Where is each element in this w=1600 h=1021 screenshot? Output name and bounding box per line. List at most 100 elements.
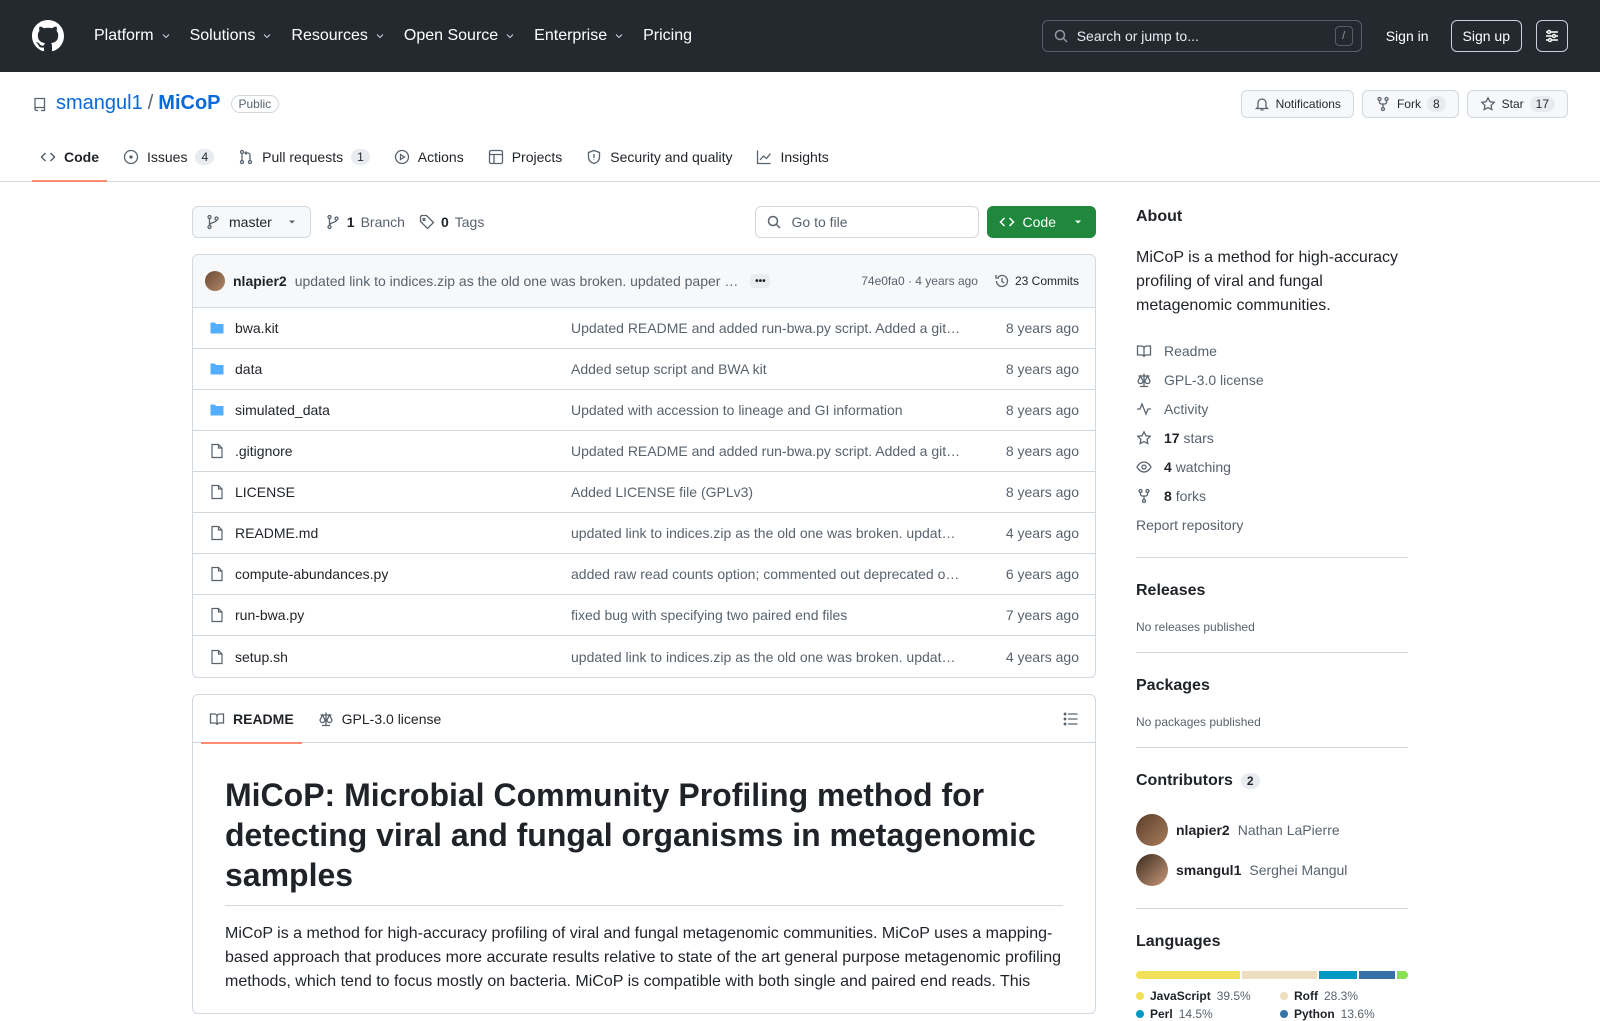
settings-menu-button[interactable] <box>1536 20 1568 52</box>
contributors-section: Contributors 2 nlapier2 Nathan LaPierre … <box>1136 772 1408 909</box>
nav-pricing[interactable]: Pricing <box>635 20 700 52</box>
file-row[interactable]: data Added setup script and BWA kit 8 year… <box>193 349 1095 390</box>
file-row[interactable]: bwa.kit Updated README and added run-bwa.… <box>193 308 1095 349</box>
nav-label: Enterprise <box>534 27 608 44</box>
contributors-heading[interactable]: Contributors 2 <box>1136 772 1408 790</box>
nav-enterprise[interactable]: Enterprise <box>526 20 633 52</box>
nav-open-source[interactable]: Open Source <box>396 20 524 52</box>
go-to-file-input[interactable]: Go to file <box>754 206 979 238</box>
file-commit-message[interactable]: updated link to indices.zip as the old o… <box>571 649 961 665</box>
branch-select-button[interactable]: master <box>192 206 311 238</box>
file-row[interactable]: LICENSE Added LICENSE file (GPLv3) 8 years… <box>193 472 1095 513</box>
file-commit-message[interactable]: added raw read counts option; commented … <box>571 566 961 582</box>
pull-request-icon <box>240 149 253 165</box>
stars-link[interactable]: 17 stars <box>1136 423 1408 452</box>
search-input[interactable]: Search or jump to... / <box>1041 20 1362 52</box>
file-row[interactable]: run-bwa.py fixed bug with specifying two … <box>193 595 1095 636</box>
fork-button[interactable]: Fork 8 <box>1361 90 1459 118</box>
file-commit-message[interactable]: Updated README and added run-bwa.py scri… <box>571 443 961 459</box>
readme-link-label: Readme <box>1164 342 1217 359</box>
star-button[interactable]: Star 17 <box>1466 90 1568 118</box>
file-name[interactable]: simulated_data <box>235 402 571 418</box>
folder-icon <box>210 404 224 416</box>
language-percent: 14.5% <box>1178 1007 1213 1021</box>
branches-link[interactable]: 1 Branch <box>325 214 405 230</box>
file-name[interactable]: setup.sh <box>235 649 571 665</box>
file-row[interactable]: compute-abundances.py added raw read coun… <box>193 554 1095 595</box>
tab-code[interactable]: Code <box>32 133 107 182</box>
releases-heading[interactable]: Releases <box>1136 582 1408 600</box>
sign-up-button[interactable]: Sign up <box>1450 20 1522 52</box>
file-row[interactable]: simulated_data Updated with accession to … <box>193 390 1095 431</box>
file-name[interactable]: run-bwa.py <box>235 607 571 623</box>
commit-expand-button[interactable]: ••• <box>750 274 771 288</box>
file-commit-message[interactable]: Updated README and added run-bwa.py scri… <box>571 320 961 336</box>
file-row[interactable]: .gitignore Updated README and added run-b… <box>193 431 1095 472</box>
readme-link[interactable]: Readme <box>1136 336 1408 365</box>
contributor-name: Nathan LaPierre <box>1237 822 1340 838</box>
language-item[interactable]: JavaScript 39.5% <box>1136 989 1256 1003</box>
nav-resources[interactable]: Resources <box>283 20 393 52</box>
commits-history-link[interactable]: 23 Commits <box>994 273 1079 289</box>
file-name[interactable]: data <box>235 361 571 377</box>
language-item[interactable]: Roff 28.3% <box>1280 989 1400 1003</box>
activity-link[interactable]: Activity <box>1136 394 1408 423</box>
code-button[interactable]: Code <box>986 206 1096 238</box>
tag-icon <box>419 214 435 230</box>
law-icon <box>319 712 333 726</box>
file-row[interactable]: setup.sh updated link to indices.zip as t… <box>193 636 1095 677</box>
pulse-icon <box>1137 401 1151 416</box>
tab-license[interactable]: GPL-3.0 license <box>310 695 450 743</box>
watchers-link[interactable]: 4 watching <box>1136 452 1408 481</box>
tab-projects[interactable]: Projects <box>480 133 571 181</box>
commit-message[interactable]: updated link to indices.zip as the old o… <box>295 273 739 289</box>
file-commit-message[interactable]: Added setup script and BWA kit <box>571 361 961 377</box>
tags-link[interactable]: 0 Tags <box>419 214 484 230</box>
language-item[interactable]: Perl 14.5% <box>1136 1007 1256 1021</box>
file-row[interactable]: README.md updated link to indices.zip as … <box>193 513 1095 554</box>
branch-count: 1 <box>346 214 355 230</box>
about-description: MiCoP is a method for high-accuracy prof… <box>1136 249 1399 314</box>
sign-in-link[interactable]: Sign in <box>1386 28 1429 44</box>
language-item[interactable]: Python 13.6% <box>1280 1007 1400 1021</box>
language-color-dot <box>1280 992 1288 1000</box>
tab-actions[interactable]: Actions <box>386 133 472 181</box>
file-commit-message[interactable]: Updated with accession to lineage and GI… <box>571 402 961 418</box>
file-name[interactable]: README.md <box>235 525 571 541</box>
file-name[interactable]: LICENSE <box>235 484 571 500</box>
file-commit-message[interactable]: updated link to indices.zip as the old o… <box>571 525 961 541</box>
contributor-item[interactable]: nlapier2 Nathan LaPierre <box>1136 810 1408 850</box>
file-name[interactable]: bwa.kit <box>235 320 571 336</box>
law-icon <box>1137 373 1151 387</box>
license-link[interactable]: GPL-3.0 license <box>1136 365 1408 394</box>
tab-readme[interactable]: README <box>201 695 302 744</box>
nav-solutions[interactable]: Solutions <box>182 20 282 52</box>
tab-pull-requests[interactable]: Pull requests 1 <box>230 133 378 181</box>
packages-section: Packages No packages published <box>1136 677 1408 748</box>
packages-heading[interactable]: Packages <box>1136 677 1408 695</box>
tab-insights[interactable]: Insights <box>748 133 836 181</box>
tab-issues[interactable]: Issues 4 <box>115 133 222 181</box>
play-icon <box>394 149 409 165</box>
commit-hash-age[interactable]: 74e0fa0 · 4 years ago <box>861 274 978 288</box>
commits-count: 23 Commits <box>1014 274 1079 288</box>
commit-author[interactable]: nlapier2 <box>233 273 287 289</box>
nav-platform[interactable]: Platform <box>86 20 180 52</box>
repo-name-link[interactable]: MiCoP <box>158 92 220 115</box>
notifications-button[interactable]: Notifications <box>1240 90 1354 118</box>
contributor-item[interactable]: smangul1 Serghei Mangul <box>1136 850 1408 890</box>
file-name[interactable]: .gitignore <box>235 443 571 459</box>
avatar[interactable] <box>205 271 225 291</box>
license-link-label: GPL-3.0 license <box>1164 371 1264 388</box>
tag-count: 0 <box>440 214 449 230</box>
file-name[interactable]: compute-abundances.py <box>235 566 571 582</box>
file-commit-message[interactable]: fixed bug with specifying two paired end… <box>571 607 961 623</box>
tab-label: Code <box>64 149 99 165</box>
repo-owner-link[interactable]: smangul1 <box>56 92 143 115</box>
report-repository-link[interactable]: Report repository <box>1136 510 1408 539</box>
forks-link[interactable]: 8 forks <box>1136 481 1408 510</box>
file-commit-message[interactable]: Added LICENSE file (GPLv3) <box>571 484 961 500</box>
github-logo-icon[interactable] <box>32 20 64 52</box>
list-outline-icon[interactable] <box>1063 711 1079 727</box>
tab-security[interactable]: Security and quality <box>578 133 740 181</box>
